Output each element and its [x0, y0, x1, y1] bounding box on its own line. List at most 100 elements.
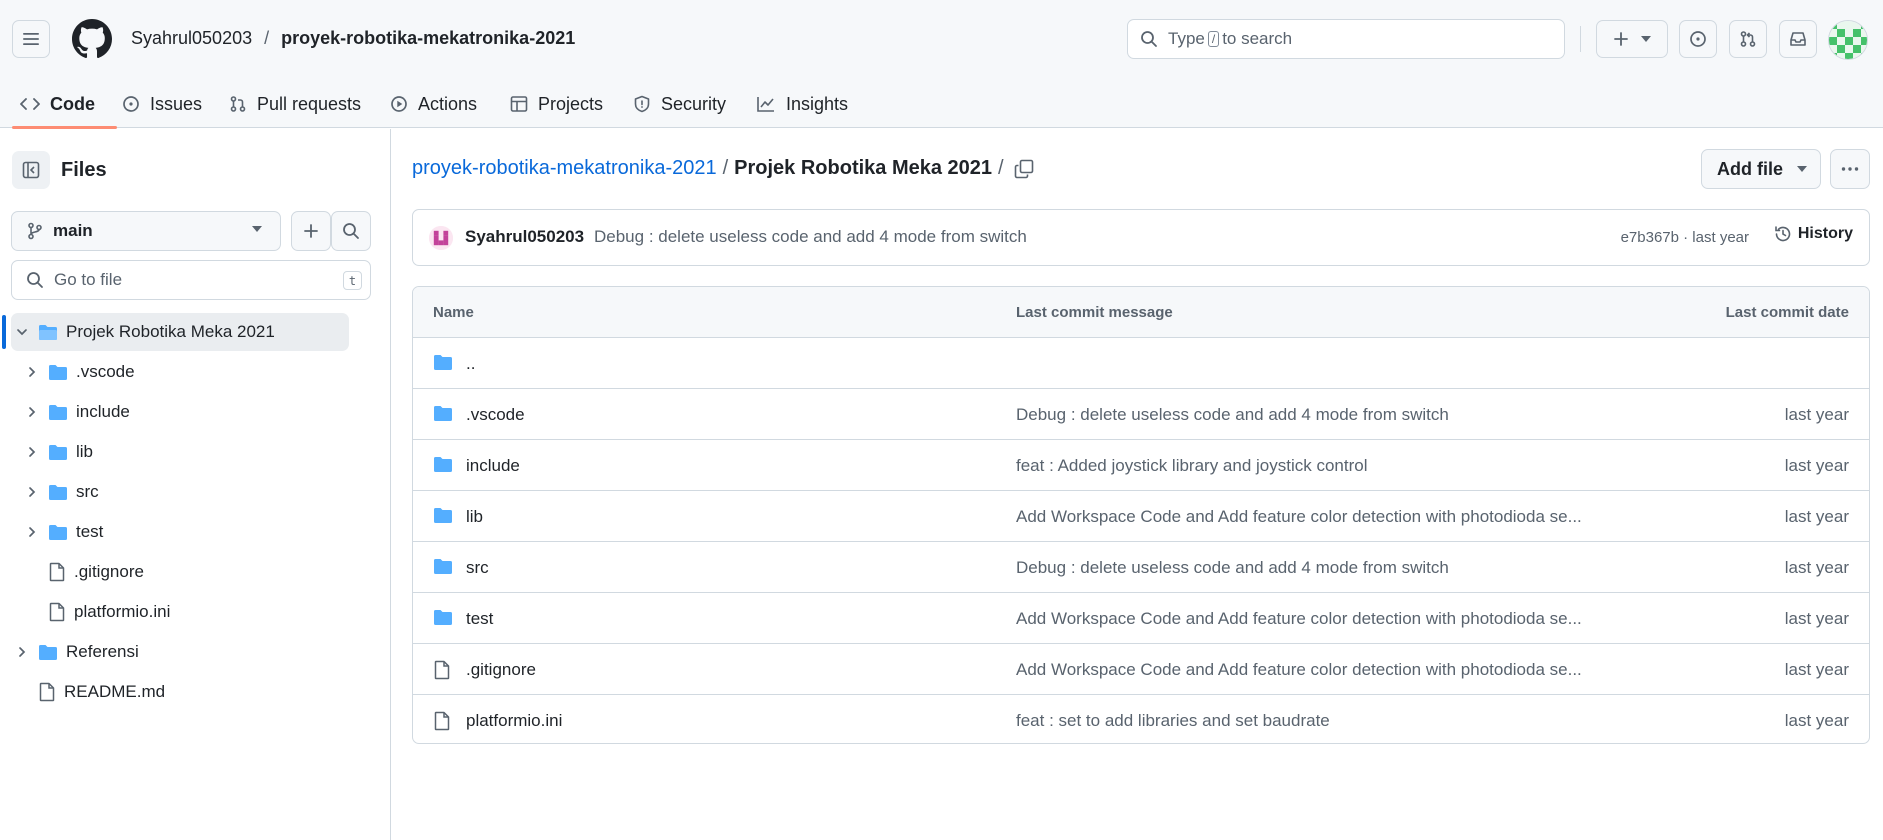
file-icon	[433, 660, 451, 680]
row-commit-message-link[interactable]: Add Workspace Code and Add feature color…	[1016, 609, 1582, 629]
chevron-down-icon	[14, 326, 30, 338]
play-icon	[390, 95, 408, 113]
pull-requests-button[interactable]	[1729, 20, 1767, 58]
tab-pull-requests[interactable]: Pull requests	[219, 80, 371, 128]
table-header-row: Name Last commit message Last commit dat…	[413, 287, 1869, 338]
add-file-dropdown[interactable]: Add file	[1701, 149, 1821, 189]
folder-icon	[48, 524, 68, 541]
commit-message-link[interactable]: Debug : delete useless code and add 4 mo…	[594, 227, 1027, 247]
row-name-link[interactable]: test	[466, 609, 493, 629]
row-commit-date: last year	[1784, 609, 1849, 628]
tab-label: Issues	[150, 93, 203, 114]
tab-actions[interactable]: Actions	[380, 80, 487, 128]
directory-listing: Name Last commit message Last commit dat…	[412, 286, 1870, 744]
search-icon	[342, 222, 360, 240]
history-label: History	[1797, 225, 1853, 242]
row-name-link[interactable]: include	[466, 456, 520, 476]
commit-author-avatar[interactable]	[429, 226, 453, 250]
issue-opened-icon	[1689, 30, 1707, 48]
tree-item-lib[interactable]: lib	[24, 433, 93, 471]
commit-sha-and-time[interactable]: e7b367b · last year	[1621, 229, 1749, 246]
folder-icon	[48, 484, 68, 501]
path-repo-link[interactable]: proyek-robotika-mekatronika-2021	[412, 157, 717, 180]
breadcrumb-separator: /	[264, 28, 270, 48]
tree-item-label: lib	[76, 442, 94, 461]
add-file-button[interactable]	[291, 211, 331, 251]
table-row: src Debug : delete useless code and add …	[413, 542, 1869, 593]
row-commit-message-link[interactable]: Debug : delete useless code and add 4 mo…	[1016, 405, 1449, 425]
row-name[interactable]: ..	[466, 354, 475, 374]
tree-item-gitignore[interactable]: .gitignore	[24, 553, 144, 591]
issues-button[interactable]	[1679, 20, 1717, 58]
search-icon	[26, 271, 44, 289]
table-row: platformio.ini feat : set to add librari…	[413, 695, 1869, 743]
issue-icon	[122, 95, 140, 113]
search-input[interactable]: Type / to search	[1127, 19, 1565, 59]
tree-item-projek-robotika-meka-2021[interactable]: Projek Robotika Meka 2021	[11, 313, 349, 351]
search-files-button[interactable]	[331, 211, 371, 251]
commit-author-link[interactable]: Syahrul050203	[465, 227, 584, 247]
history-icon	[1774, 225, 1792, 243]
triangle-down-icon	[252, 226, 262, 232]
repo-link[interactable]: proyek-robotika-mekatronika-2021	[281, 28, 575, 49]
row-commit-message-link[interactable]: Add Workspace Code and Add feature color…	[1016, 507, 1582, 527]
sidebar-collapse-icon	[22, 161, 40, 179]
git-pull-request-icon	[1739, 30, 1757, 48]
tab-label: Code	[50, 93, 95, 114]
chevron-right-icon	[24, 446, 40, 458]
user-avatar[interactable]	[1828, 20, 1868, 60]
row-name-link[interactable]: .vscode	[466, 405, 525, 425]
create-new-button[interactable]	[1596, 20, 1668, 58]
table-row: test Add Workspace Code and Add feature …	[413, 593, 1869, 644]
inbox-button[interactable]	[1779, 20, 1817, 58]
file-icon	[433, 711, 451, 731]
row-name-link[interactable]: platformio.ini	[466, 711, 562, 731]
tab-label: Actions	[418, 93, 478, 114]
tree-item-referensi[interactable]: Referensi	[14, 633, 139, 671]
table-row-parent-dir[interactable]: ..	[413, 338, 1869, 389]
chevron-right-icon	[14, 646, 30, 658]
tree-item-include[interactable]: include	[24, 393, 130, 431]
collapse-sidebar-button[interactable]	[12, 151, 50, 189]
more-options-button[interactable]	[1830, 149, 1870, 189]
row-commit-message-link[interactable]: feat : set to add libraries and set baud…	[1016, 711, 1330, 731]
path-trailing-separator: /	[998, 157, 1004, 179]
tree-item-readme[interactable]: README.md	[14, 673, 165, 711]
tree-item-test[interactable]: test	[24, 513, 103, 551]
branch-selector[interactable]: main	[11, 211, 281, 251]
row-name-link[interactable]: src	[466, 558, 489, 578]
main-content: proyek-robotika-mekatronika-2021 / Proje…	[392, 129, 1883, 840]
tab-label: Projects	[538, 93, 604, 114]
chevron-right-icon	[24, 406, 40, 418]
row-commit-message-link[interactable]: Debug : delete useless code and add 4 mo…	[1016, 558, 1449, 578]
search-shortcut-key: /	[1207, 31, 1220, 47]
plus-icon	[303, 223, 319, 239]
file-icon	[48, 602, 66, 622]
tab-issues[interactable]: Issues	[112, 80, 212, 128]
path-breadcrumb: proyek-robotika-mekatronika-2021 / Proje…	[412, 157, 1010, 180]
folder-icon	[433, 609, 453, 626]
menu-button[interactable]	[12, 20, 50, 58]
owner-link[interactable]: Syahrul050203	[131, 28, 252, 49]
tree-item-label: src	[76, 482, 99, 501]
column-header-name: Name	[433, 304, 474, 321]
tab-security[interactable]: Security	[623, 80, 736, 128]
tab-projects[interactable]: Projects	[500, 80, 613, 128]
folder-icon	[433, 405, 453, 422]
tree-item-src[interactable]: src	[24, 473, 99, 511]
search-placeholder-suffix: to search	[1222, 29, 1293, 48]
tab-code[interactable]: Code	[10, 80, 117, 129]
tab-insights[interactable]: Insights	[746, 80, 858, 128]
hamburger-icon	[22, 31, 40, 47]
row-commit-message-link[interactable]: feat : Added joystick library and joysti…	[1016, 456, 1368, 476]
tree-item-platformio-ini[interactable]: platformio.ini	[24, 593, 170, 631]
go-to-file-input[interactable]: Go to file t	[11, 260, 371, 300]
row-name-link[interactable]: .gitignore	[466, 660, 536, 680]
tree-item-vscode[interactable]: .vscode	[24, 353, 135, 391]
copy-path-button[interactable]	[1014, 159, 1034, 179]
row-commit-message-link[interactable]: Add Workspace Code and Add feature color…	[1016, 660, 1582, 680]
github-logo-icon[interactable]	[72, 19, 112, 59]
history-button[interactable]: History	[1774, 225, 1853, 243]
tree-item-label: platformio.ini	[74, 602, 171, 621]
row-name-link[interactable]: lib	[466, 507, 483, 527]
